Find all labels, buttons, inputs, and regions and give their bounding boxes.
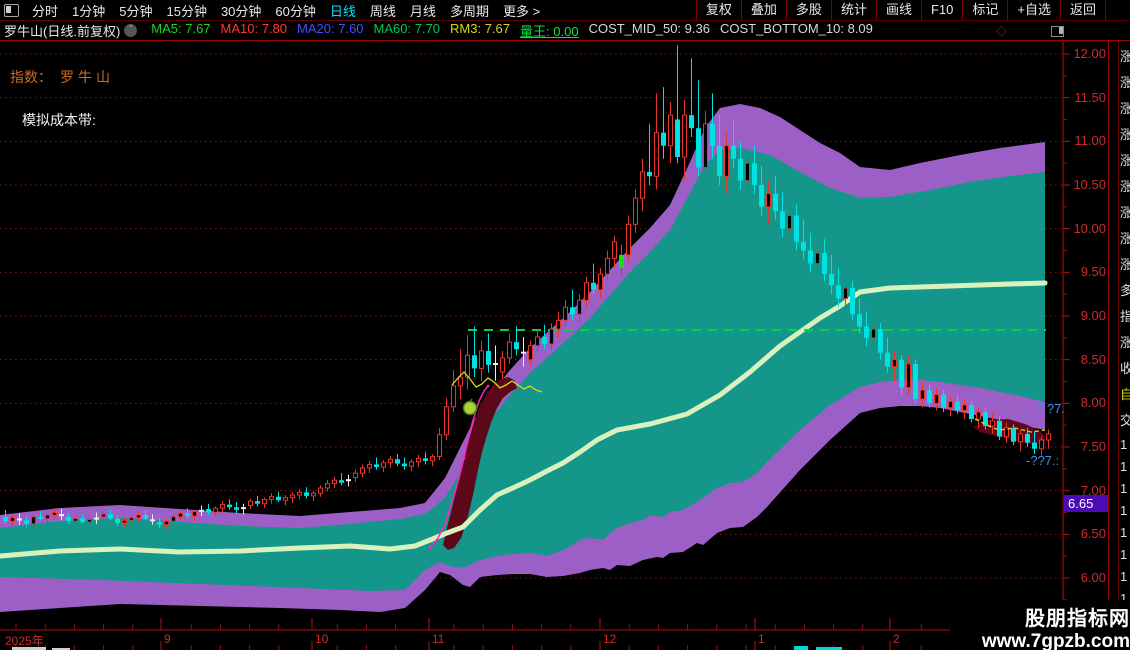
price-tick-label: 8.50: [1080, 351, 1106, 367]
toolbar-button-返回[interactable]: 返回: [1059, 0, 1106, 20]
date-tick-label: 11: [432, 632, 445, 646]
side-panel-char: 涨: [1120, 70, 1130, 96]
date-tick-label: 12: [603, 632, 617, 646]
side-panel-char: 涨: [1120, 148, 1130, 174]
side-panel-char: 1: [1120, 503, 1128, 518]
side-panel-char: 收: [1120, 356, 1130, 382]
side-panel-char: 自: [1120, 382, 1130, 408]
chart-title: 罗牛山(日线.前复权): [4, 24, 121, 39]
price-tick-label: 10.00: [1073, 220, 1106, 236]
indicator-bar: 罗牛山(日线.前复权) ˇ MA5: 7.67 MA10: 7.80 MA20: 7…: [0, 21, 1130, 41]
toolbar-buttons: 复权 叠加 多股 统计 画线 F10 标记 +自选 返回: [695, 0, 1106, 20]
date-tick-label: 2025年: [5, 634, 44, 648]
toolbar-button-统计[interactable]: 统计: [830, 0, 876, 20]
price-tick-label: 12.00: [1073, 46, 1106, 61]
timeframe-toolbar: 分时 1分钟 5分钟 15分钟 30分钟 60分钟 日线 周线 月线 多周期 更多 > 复权 叠加 多股…: [0, 0, 1130, 21]
side-panel-char: 1: [1120, 437, 1128, 452]
timeframe-tab-更多 >[interactable]: 更多 >: [496, 1, 547, 20]
indicator-readout: 量王: 0.00: [520, 24, 579, 39]
watermark-site-name: 股朋指标网: [1025, 608, 1130, 630]
side-panel-text: 涨涨涨涨涨涨涨涨涨多指涨收自交11111111: [1120, 44, 1130, 610]
side-panel-char: 1: [1120, 569, 1128, 584]
timeframe-tab-月线[interactable]: 月线: [403, 1, 443, 20]
side-panel-divider: [1118, 20, 1119, 650]
index-overlay-label: 指数： 罗牛山: [10, 69, 114, 85]
indicator-readout: MA20: 7.60: [297, 21, 364, 36]
indicator-readout: COST_BOTTOM_10: 8.09: [719, 21, 873, 36]
side-panel-char: 涨: [1120, 44, 1130, 70]
price-tick-label: 10.50: [1073, 176, 1106, 192]
indicator-readout: MA60: 7.70: [373, 21, 441, 36]
date-tick-label: 9: [164, 632, 171, 646]
side-panel-char: 1: [1120, 525, 1128, 540]
indicator-readout: COST_MID_50: 9.36: [588, 21, 710, 36]
price-tick-label: 6.50: [1080, 526, 1106, 542]
side-panel-char: 多: [1120, 278, 1130, 304]
toolbar-button-F10[interactable]: F10: [920, 0, 962, 20]
price-tick-label: 9.50: [1080, 264, 1106, 280]
price-badge: 6.65: [1064, 495, 1111, 512]
price-tick-label: 9.00: [1080, 307, 1106, 323]
side-panel-char: 1: [1120, 459, 1128, 474]
date-tick-label: 2: [893, 632, 900, 646]
side-panel-char: 1: [1120, 481, 1128, 496]
toolbar-button-多股[interactable]: 多股: [785, 0, 831, 20]
toolbar-button-复权[interactable]: 复权: [695, 0, 741, 20]
side-panel-char: 1: [1120, 547, 1128, 562]
toolbar-button-叠加[interactable]: 叠加: [740, 0, 786, 20]
side-panel-char: 涨: [1120, 330, 1130, 356]
watermark: 股朋指标网 www.7gpzb.com: [950, 600, 1130, 650]
side-panel-char: 涨: [1120, 174, 1130, 200]
timeframe-tab-30分钟[interactable]: 30分钟: [214, 1, 268, 20]
indicator-readout: MA5: 7.67: [151, 21, 211, 36]
timeframe-tab-60分钟[interactable]: 60分钟: [268, 1, 322, 20]
indicator-readout: MA10: 7.80: [220, 21, 288, 36]
chevron-down-icon[interactable]: ˇ: [124, 24, 138, 37]
candlestick-chart[interactable]: [0, 0, 1130, 650]
price-tick-label: 11.00: [1074, 133, 1106, 149]
timeframe-tab-5分钟[interactable]: 5分钟: [112, 1, 159, 20]
date-tick-label: 10: [315, 632, 329, 646]
toolbar-button-画线[interactable]: 画线: [875, 0, 921, 20]
timeframe-tab-周线[interactable]: 周线: [363, 1, 403, 20]
clipped-side-panel: 涨涨涨涨涨涨涨涨涨多指涨收自交11111111: [1108, 20, 1130, 650]
window-icon[interactable]: [4, 3, 19, 17]
side-panel-char: 涨: [1120, 122, 1130, 148]
timeframe-tabs: 分时 1分钟 5分钟 15分钟 30分钟 60分钟 日线 周线 月线 多周期 更多 >: [25, 1, 547, 20]
toolbar-button-标记[interactable]: 标记: [962, 0, 1007, 20]
panel-toggle-icon[interactable]: [1051, 26, 1064, 37]
timeframe-tab-多周期[interactable]: 多周期: [443, 1, 496, 20]
indicator-readout: RM3: 7.67: [450, 21, 511, 36]
price-tick-label: 8.00: [1080, 395, 1106, 411]
toolbar-button-+自选[interactable]: +自选: [1007, 0, 1060, 20]
timeframe-tab-分时[interactable]: 分时: [25, 1, 65, 20]
cost-band-label: 模拟成本带:: [22, 112, 96, 128]
diamond-icon[interactable]: ◇: [996, 22, 1007, 39]
price-tick-label: 6.00: [1080, 569, 1106, 585]
watermark-url: www.7gpzb.com: [981, 631, 1130, 650]
right-annotation-lower: -??7.:: [1026, 453, 1060, 468]
right-annotation-upper: ? ?7.: [1036, 401, 1065, 416]
side-panel-char: 交: [1120, 408, 1130, 434]
side-panel-char: 指: [1120, 304, 1130, 330]
timeframe-tab-15分钟[interactable]: 15分钟: [159, 1, 213, 20]
timeframe-tab-1分钟[interactable]: 1分钟: [65, 1, 112, 20]
side-panel-char: 涨: [1120, 200, 1130, 226]
side-panel-char: 涨: [1120, 252, 1130, 278]
apple-signal: [462, 400, 478, 416]
timeframe-tab-日线[interactable]: 日线: [323, 1, 363, 20]
price-tick-label: 11.50: [1074, 89, 1106, 105]
side-panel-char: 涨: [1120, 96, 1130, 122]
date-tick-label: 1: [758, 632, 765, 646]
indicator-values: MA5: 7.67 MA10: 7.80 MA20: 7.60 MA60: 7.70 R…: [141, 21, 873, 40]
price-tick-label: 7.50: [1080, 438, 1106, 454]
side-panel-char: 涨: [1120, 226, 1130, 252]
